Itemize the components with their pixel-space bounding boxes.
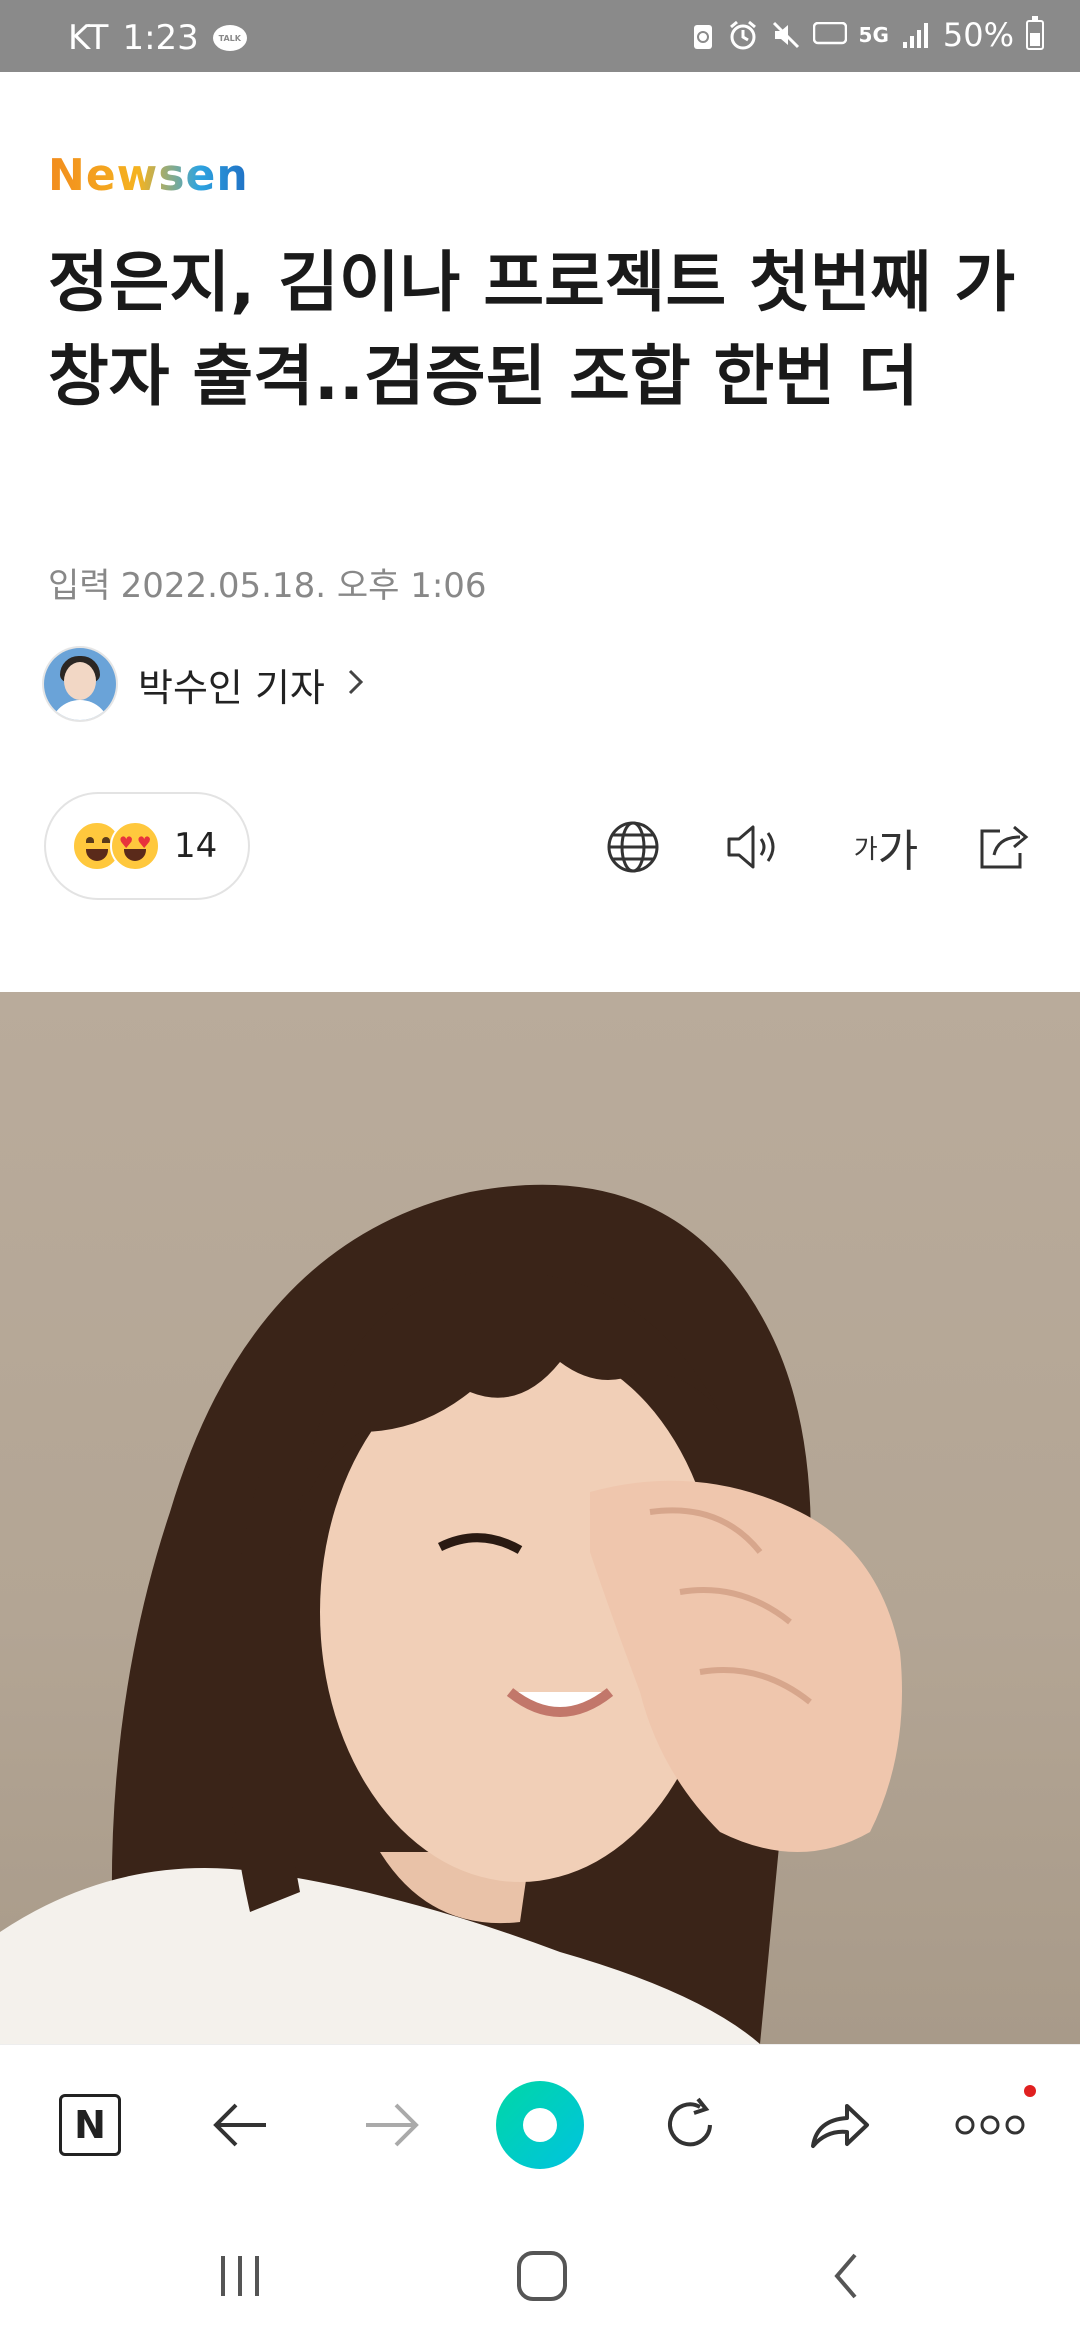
forward-share-icon bbox=[811, 2104, 869, 2148]
clock: 1:23 bbox=[122, 18, 199, 58]
more-dots-icon bbox=[955, 2115, 1025, 2135]
article-photo bbox=[0, 992, 1080, 2044]
timestamp-label: 입력 bbox=[48, 566, 111, 606]
chevron-right-icon bbox=[347, 662, 365, 706]
publisher-logo[interactable]: Newsen bbox=[48, 150, 249, 201]
speaker-icon[interactable] bbox=[720, 812, 790, 882]
heart-eyes-emoji-icon: ♥ ♥ bbox=[110, 821, 160, 871]
status-bar: KT 1:23 TALK 5G 50% bbox=[0, 0, 1080, 72]
share-forward-button[interactable] bbox=[800, 2085, 880, 2165]
status-right: 5G 50% bbox=[691, 16, 1044, 54]
battery-percent: 50% bbox=[942, 16, 1014, 54]
font-size-large-label: 가 bbox=[877, 826, 919, 877]
mute-icon bbox=[771, 20, 801, 50]
home-button[interactable] bbox=[502, 2236, 582, 2316]
battery-icon bbox=[1026, 16, 1044, 50]
font-size-small-label: 가 bbox=[853, 834, 878, 865]
green-dot-button[interactable] bbox=[494, 2081, 586, 2169]
article-headline: 정은지, 김이나 프로젝트 첫번째 가창자 출격..검증된 조합 한번 더 bbox=[48, 244, 1016, 415]
author-link[interactable]: 박수인 기자 bbox=[44, 648, 365, 720]
share-icon[interactable] bbox=[970, 812, 1040, 882]
naver-home-button[interactable]: N bbox=[50, 2085, 130, 2165]
system-back-button[interactable] bbox=[806, 2236, 886, 2316]
recycle-icon bbox=[691, 20, 715, 50]
signal-icon bbox=[901, 20, 931, 50]
green-dot-icon bbox=[496, 2081, 584, 2169]
article-timestamp: 2022.05.18. 오후 1:06 bbox=[120, 566, 487, 606]
refresh-button[interactable] bbox=[650, 2085, 730, 2165]
system-nav-bar bbox=[0, 2196, 1080, 2340]
carrier-label: KT bbox=[68, 18, 109, 58]
recent-apps-icon bbox=[221, 2256, 259, 2296]
browser-nav-bar: N bbox=[0, 2044, 1080, 2197]
recent-apps-button[interactable] bbox=[200, 2236, 280, 2316]
reaction-count: 14 bbox=[174, 826, 218, 866]
author-avatar bbox=[44, 648, 116, 720]
home-icon bbox=[517, 2251, 567, 2301]
author-name: 박수인 기자 bbox=[138, 665, 325, 710]
notification-dot bbox=[1024, 2085, 1036, 2097]
article-toolbar: ♥ ♥ 14 가가 bbox=[44, 792, 1040, 902]
back-button[interactable] bbox=[200, 2085, 280, 2165]
hd-voice-icon bbox=[812, 22, 847, 48]
more-menu-button[interactable] bbox=[950, 2085, 1030, 2165]
status-left: KT 1:23 TALK bbox=[68, 18, 247, 58]
article-meta: 입력 2022.05.18. 오후 1:06 bbox=[48, 558, 487, 607]
alarm-icon bbox=[727, 19, 759, 51]
back-chevron-icon bbox=[834, 2253, 857, 2299]
reaction-button[interactable]: ♥ ♥ 14 bbox=[44, 792, 250, 900]
network-5g-label: 5G bbox=[858, 23, 889, 47]
woman-portrait-image bbox=[0, 1184, 902, 2044]
kakaotalk-notification-icon: TALK bbox=[212, 25, 247, 51]
talk-badge-label: TALK bbox=[218, 33, 241, 43]
naver-n-icon: N bbox=[59, 2094, 121, 2156]
refresh-icon bbox=[668, 2097, 712, 2147]
font-size-button[interactable]: 가가 bbox=[836, 812, 936, 882]
arrow-left-icon bbox=[213, 2103, 266, 2147]
arrow-right-icon bbox=[366, 2103, 419, 2147]
forward-button[interactable] bbox=[352, 2085, 432, 2165]
globe-icon[interactable] bbox=[598, 812, 668, 882]
